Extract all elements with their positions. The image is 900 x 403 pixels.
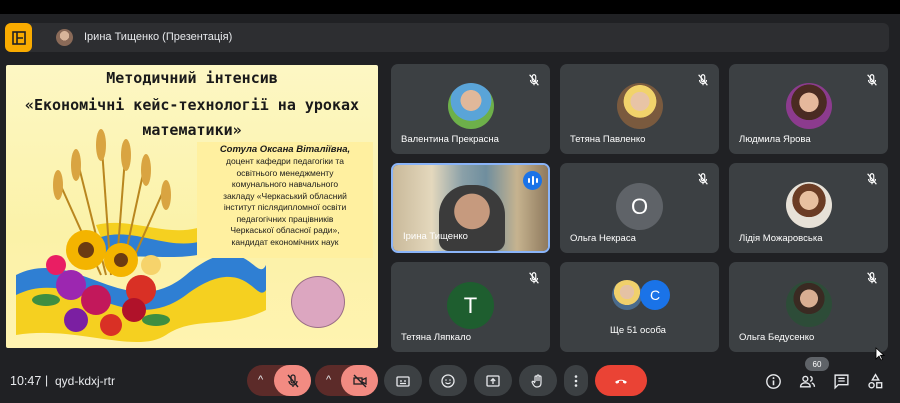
end-call-button[interactable] (595, 365, 647, 396)
presentation-icon[interactable] (5, 23, 32, 52)
mouse-cursor-icon (875, 347, 885, 361)
captions-icon (396, 375, 410, 387)
camera-toggle-button[interactable] (341, 365, 378, 396)
more-vert-icon (574, 374, 578, 387)
raise-hand-button[interactable] (519, 365, 557, 396)
slide-title-line2: «Економічні кейс-технології на уроках (24, 96, 360, 114)
author-line: педагогічних працівників (236, 213, 334, 224)
meeting-code: qyd-kdxj-rtr (55, 374, 116, 388)
others-tile[interactable]: C Ще 51 особа (560, 262, 719, 352)
avatar (786, 182, 832, 228)
decorative-circle (291, 276, 345, 328)
mic-off-icon (527, 73, 541, 87)
mic-off-icon (865, 271, 879, 285)
avatar (786, 281, 832, 327)
speaking-indicator-icon (523, 171, 542, 190)
author-info-box: Сотула Оксана Віталіївна, доцент кафедри… (197, 142, 373, 258)
author-line: освітнього менеджменту (236, 167, 334, 178)
participant-tile[interactable]: T Тетяна Ляпкало (391, 262, 550, 352)
emoji-button[interactable] (429, 365, 467, 396)
participant-name: Лідія Можаровська (739, 233, 823, 244)
participant-name: Ольга Бедусенко (739, 332, 815, 343)
present-now-button[interactable] (474, 365, 512, 396)
participant-name: Валентина Прекрасна (401, 134, 499, 145)
participant-tile[interactable]: Людмила Ярова (729, 64, 888, 154)
author-line: кандидат економічних наук (231, 236, 339, 247)
participant-name: Тетяна Ляпкало (401, 332, 472, 343)
emoji-icon (441, 373, 455, 388)
avatar: О (616, 183, 663, 230)
participant-tile[interactable]: Ольга Бедусенко (729, 262, 888, 352)
activities-button[interactable] (865, 371, 885, 391)
participant-tile[interactable]: Тетяна Павленко (560, 64, 719, 154)
participant-tile[interactable]: Лідія Можаровська (729, 163, 888, 253)
bottom-toolbar: 10:47 | qyd-kdxj-rtr ^ ^ (0, 360, 900, 403)
mic-off-icon (527, 271, 541, 285)
participants-count-badge: 60 (805, 357, 829, 371)
participant-name: Ольга Некраса (570, 233, 636, 244)
activities-icon (867, 372, 882, 388)
top-black-strip (0, 0, 900, 14)
more-options-button[interactable] (564, 365, 588, 396)
info-icon (765, 373, 781, 389)
mic-off-icon (865, 73, 879, 87)
meeting-info-button[interactable] (763, 371, 783, 391)
captions-button[interactable] (384, 365, 422, 396)
author-line: інститут післядипломної освіти (223, 202, 347, 212)
raise-hand-icon (531, 373, 542, 388)
more-participants-label: Ще 51 особа (610, 325, 666, 336)
avatar: C (640, 280, 670, 310)
avatar (617, 83, 663, 129)
author-details: доцент кафедри педагогіки та освітнього … (197, 156, 373, 248)
author-line: комунального навчального (231, 179, 339, 189)
people-icon (799, 375, 815, 388)
end-call-icon (615, 379, 627, 384)
avatar (448, 83, 494, 129)
camera-off-icon (352, 374, 367, 387)
chevron-up-icon: ^ (258, 374, 264, 386)
chevron-up-icon: ^ (326, 374, 332, 386)
participant-name: Ірина Тищенко (403, 231, 468, 242)
people-button[interactable] (797, 371, 817, 391)
author-line: закладу «Черкаський обласний (223, 190, 347, 201)
chat-icon (833, 373, 849, 390)
mic-off-icon (696, 172, 710, 186)
participant-tile[interactable]: Валентина Прекрасна (391, 64, 550, 154)
participant-tile-active[interactable]: Ірина Тищенко (391, 163, 550, 253)
clock: 10:47 (10, 374, 42, 388)
mic-off-icon (865, 172, 879, 186)
mic-off-icon (696, 73, 710, 87)
participant-name: Людмила Ярова (739, 134, 811, 145)
mic-toggle-button[interactable] (274, 365, 311, 396)
author-line: Черкаської обласної ради», (230, 225, 340, 235)
avatar (786, 83, 832, 129)
presenter-avatar (56, 29, 73, 46)
presenter-name: Ірина Тищенко (Презентація) (84, 31, 233, 43)
slide-title-line1: Методичний інтенсив (106, 69, 278, 87)
participant-name: Тетяна Павленко (570, 134, 646, 145)
author-name: Сотула Оксана Віталіївна, (219, 144, 351, 155)
participant-tile[interactable]: О Ольга Некраса (560, 163, 719, 253)
present-screen-icon (486, 374, 500, 387)
mic-off-icon (286, 373, 299, 387)
avatar (612, 280, 642, 310)
slide-title-line3: математики» (142, 121, 242, 139)
avatar: T (447, 282, 494, 329)
chat-button[interactable] (831, 371, 851, 391)
author-line: доцент кафедри педагогіки та (226, 156, 344, 166)
presentation-slide: Методичний інтенсив «Економічні кейс-тех… (6, 65, 378, 348)
separator: | (45, 373, 49, 387)
